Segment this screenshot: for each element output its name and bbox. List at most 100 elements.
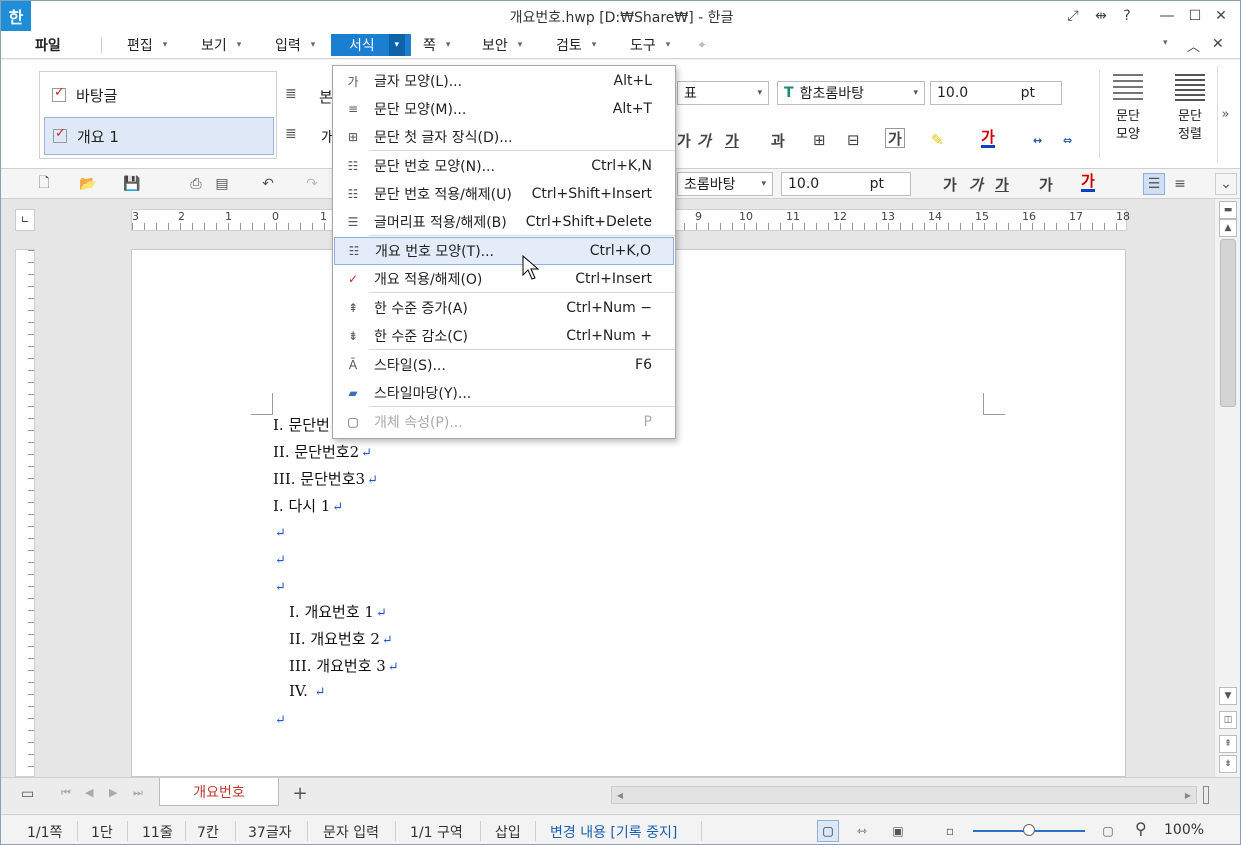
toolbar-italic-button[interactable]: 가 [969, 172, 983, 196]
menu-file[interactable]: 파일 [35, 34, 61, 56]
highlight-icon[interactable]: ✎ [931, 128, 944, 152]
superscript-icon[interactable]: ⊞ [813, 128, 826, 152]
bold-button[interactable]: 가 [677, 128, 691, 152]
format-menu-item[interactable]: ☰ 글머리표 적용/해제(B) Ctrl+Shift+Delete [334, 208, 674, 236]
scroll-top-icon[interactable]: ▬ [1219, 201, 1237, 219]
print-icon[interactable]: ⎙ [185, 173, 207, 195]
format-menu-item[interactable]: ⇞ 한 수준 증가(A) Ctrl+Num − [334, 294, 674, 322]
doc-line[interactable]: I. 다시 1 ↵ [273, 495, 343, 516]
format-menu-item[interactable]: ☷ 개요 번호 모양(T)... Ctrl+K,O [334, 237, 674, 265]
toolbar-color-button[interactable]: 가 [1081, 172, 1095, 192]
doc-line[interactable]: III. 문단번호3 ↵ [273, 468, 378, 489]
doc-line[interactable]: ↵ [273, 523, 286, 541]
status-section[interactable]: 1/1 구역 [410, 822, 463, 842]
fullscreen-icon[interactable]: ⤢ [1061, 5, 1085, 27]
format-menu-item[interactable]: 가 글자 모양(L)... Alt+L [334, 67, 674, 95]
format-menu-item[interactable]: ▰ 스타일마당(Y)... [334, 379, 674, 407]
char-border-button[interactable]: 가 [885, 128, 905, 148]
close-doc-icon[interactable]: ✕ [1212, 36, 1224, 52]
italic-button[interactable]: 가 [697, 128, 711, 152]
para-shape-button[interactable]: 문단 모양 [1101, 74, 1155, 144]
collapse-ribbon-icon[interactable]: ︿ [1187, 36, 1200, 55]
prev-tab-icon[interactable]: ◀ [85, 786, 93, 799]
view-width-icon[interactable]: ⇿ [851, 820, 873, 842]
prev-page-icon[interactable]: ⇞ [1219, 735, 1237, 753]
doc-line[interactable]: ↵ [273, 550, 286, 568]
first-tab-icon[interactable]: ⏮ [61, 786, 71, 800]
menu-review[interactable]: 검토 ▾ [556, 34, 596, 56]
doc-line[interactable]: I. 문단번 [273, 414, 330, 435]
menu-page[interactable]: 쪽 ▾ [423, 34, 450, 56]
style-item-partial[interactable]: 본 [319, 86, 333, 107]
style-item-body[interactable]: 바탕글 [44, 76, 274, 114]
toolbar-bold-button[interactable]: 가 [943, 172, 957, 196]
zoom-thumb[interactable] [1023, 824, 1035, 836]
vertical-scrollbar[interactable]: ▬ ▲ ▼ ◫ ⇞ ⇟ [1214, 199, 1240, 777]
scroll-down-icon[interactable]: ▼ [1219, 687, 1237, 705]
format-menu-item[interactable]: ⇟ 한 수준 감소(C) Ctrl+Num + [334, 322, 674, 350]
underline-button[interactable]: 가 [725, 128, 739, 152]
toolbar-more-icon[interactable]: ⌄ [1215, 173, 1237, 195]
add-tab-button[interactable]: + [283, 782, 317, 804]
status-track-changes[interactable]: 변경 내용 [기록 중지] [550, 822, 677, 842]
format-menu-item[interactable]: ✓ 개요 적용/해제(O) Ctrl+Insert [334, 265, 674, 293]
style-list-icon[interactable]: ≣ [285, 126, 297, 142]
scroll-up-icon[interactable]: ▲ [1219, 219, 1237, 237]
split-icon[interactable]: ⇹ [1089, 5, 1113, 27]
help-icon[interactable]: ? [1115, 5, 1139, 27]
search-dropdown-icon[interactable]: ▾ [1163, 38, 1168, 48]
page-view-icon[interactable]: ◫ [1219, 711, 1237, 729]
new-doc-icon[interactable]: 🗋 [33, 173, 55, 195]
style-item-outline1[interactable]: 개요 1 [44, 117, 274, 155]
zoom-value[interactable]: 100% [1164, 822, 1204, 838]
maximize-icon[interactable]: ☐ [1183, 5, 1207, 27]
undo-icon[interactable]: ↶ [257, 173, 279, 195]
scroll-left-icon[interactable]: ◀ [612, 787, 628, 803]
scroll-thumb[interactable] [1220, 239, 1236, 407]
strike-button[interactable]: 과 [771, 128, 785, 152]
menu-view[interactable]: 보기 ▾ [201, 34, 241, 56]
zoom-icon[interactable]: ⚲ [1135, 819, 1147, 838]
char-width-icon[interactable]: ⇔ [1063, 128, 1072, 152]
toolbar-font-combo[interactable]: 초롬바탕 ▾ [677, 172, 773, 196]
menu-tools[interactable]: 도구 ▾ [630, 34, 670, 56]
last-tab-icon[interactable]: ⏭ [133, 786, 143, 800]
scroll-right-icon[interactable]: ▶ [1180, 787, 1196, 803]
puzzle-icon[interactable]: ✦ [697, 38, 715, 52]
font-size-combo[interactable]: 10.0 pt [930, 81, 1062, 105]
doc-line[interactable]: III. 개요번호 3 ↵ [289, 655, 399, 676]
doc-line[interactable]: II. 개요번호 2 ↵ [289, 628, 393, 649]
zoom-in-icon[interactable]: ▢ [1097, 820, 1119, 842]
format-menu-item[interactable]: ≡ 문단 모양(M)... Alt+T [334, 95, 674, 123]
status-insert[interactable]: 삽입 [495, 822, 521, 842]
sheet-icon[interactable]: ▭ [21, 786, 34, 802]
doc-line[interactable]: I. 개요번호 1 ↵ [289, 601, 387, 622]
open-icon[interactable]: 📂 [77, 173, 99, 195]
ribbon-more-icon[interactable]: » [1217, 66, 1233, 162]
zoom-out-icon[interactable]: ▫ [939, 820, 961, 842]
tab-stop-icon[interactable]: ∟ [15, 209, 35, 231]
horizontal-scrollbar[interactable]: ◀ ▶ [611, 786, 1197, 804]
doc-line[interactable]: IV. ↵ [289, 682, 326, 700]
menu-format[interactable]: 서식 ▾ [331, 34, 411, 56]
char-spacing-icon[interactable]: ↔ [1033, 128, 1042, 152]
preview-icon[interactable]: ▤ [211, 173, 233, 195]
doc-line[interactable]: II. 문단번호2 ↵ [273, 441, 372, 462]
menu-security[interactable]: 보안 ▾ [482, 34, 522, 56]
menu-input[interactable]: 입력 ▾ [275, 34, 315, 56]
format-menu-item[interactable]: Ā 스타일(S)... F6 [334, 351, 674, 379]
view-full-icon[interactable]: ▣ [887, 820, 909, 842]
format-menu-item[interactable]: ☷ 문단 번호 적용/해제(U) Ctrl+Shift+Insert [334, 180, 674, 208]
redo-icon[interactable]: ↷ [301, 173, 323, 195]
format-menu-item[interactable]: ▢ 개체 속성(P)... P [334, 408, 674, 436]
toolbar-size-combo[interactable]: 10.0 pt [781, 172, 911, 196]
status-page[interactable]: 1/1쪽 [27, 822, 62, 842]
close-icon[interactable]: ✕ [1209, 5, 1233, 27]
status-mode[interactable]: 문자 입력 [323, 822, 379, 842]
doc-line[interactable]: ↵ [273, 710, 286, 728]
save-icon[interactable]: 💾 [121, 173, 143, 195]
format-menu-item[interactable]: ☷ 문단 번호 모양(N)... Ctrl+K,N [334, 152, 674, 180]
doc-tab[interactable]: 개요번호 [159, 778, 279, 806]
toolbar-underline-button[interactable]: 가 [995, 172, 1009, 196]
toolbar-strike-button[interactable]: 가 [1039, 172, 1053, 196]
